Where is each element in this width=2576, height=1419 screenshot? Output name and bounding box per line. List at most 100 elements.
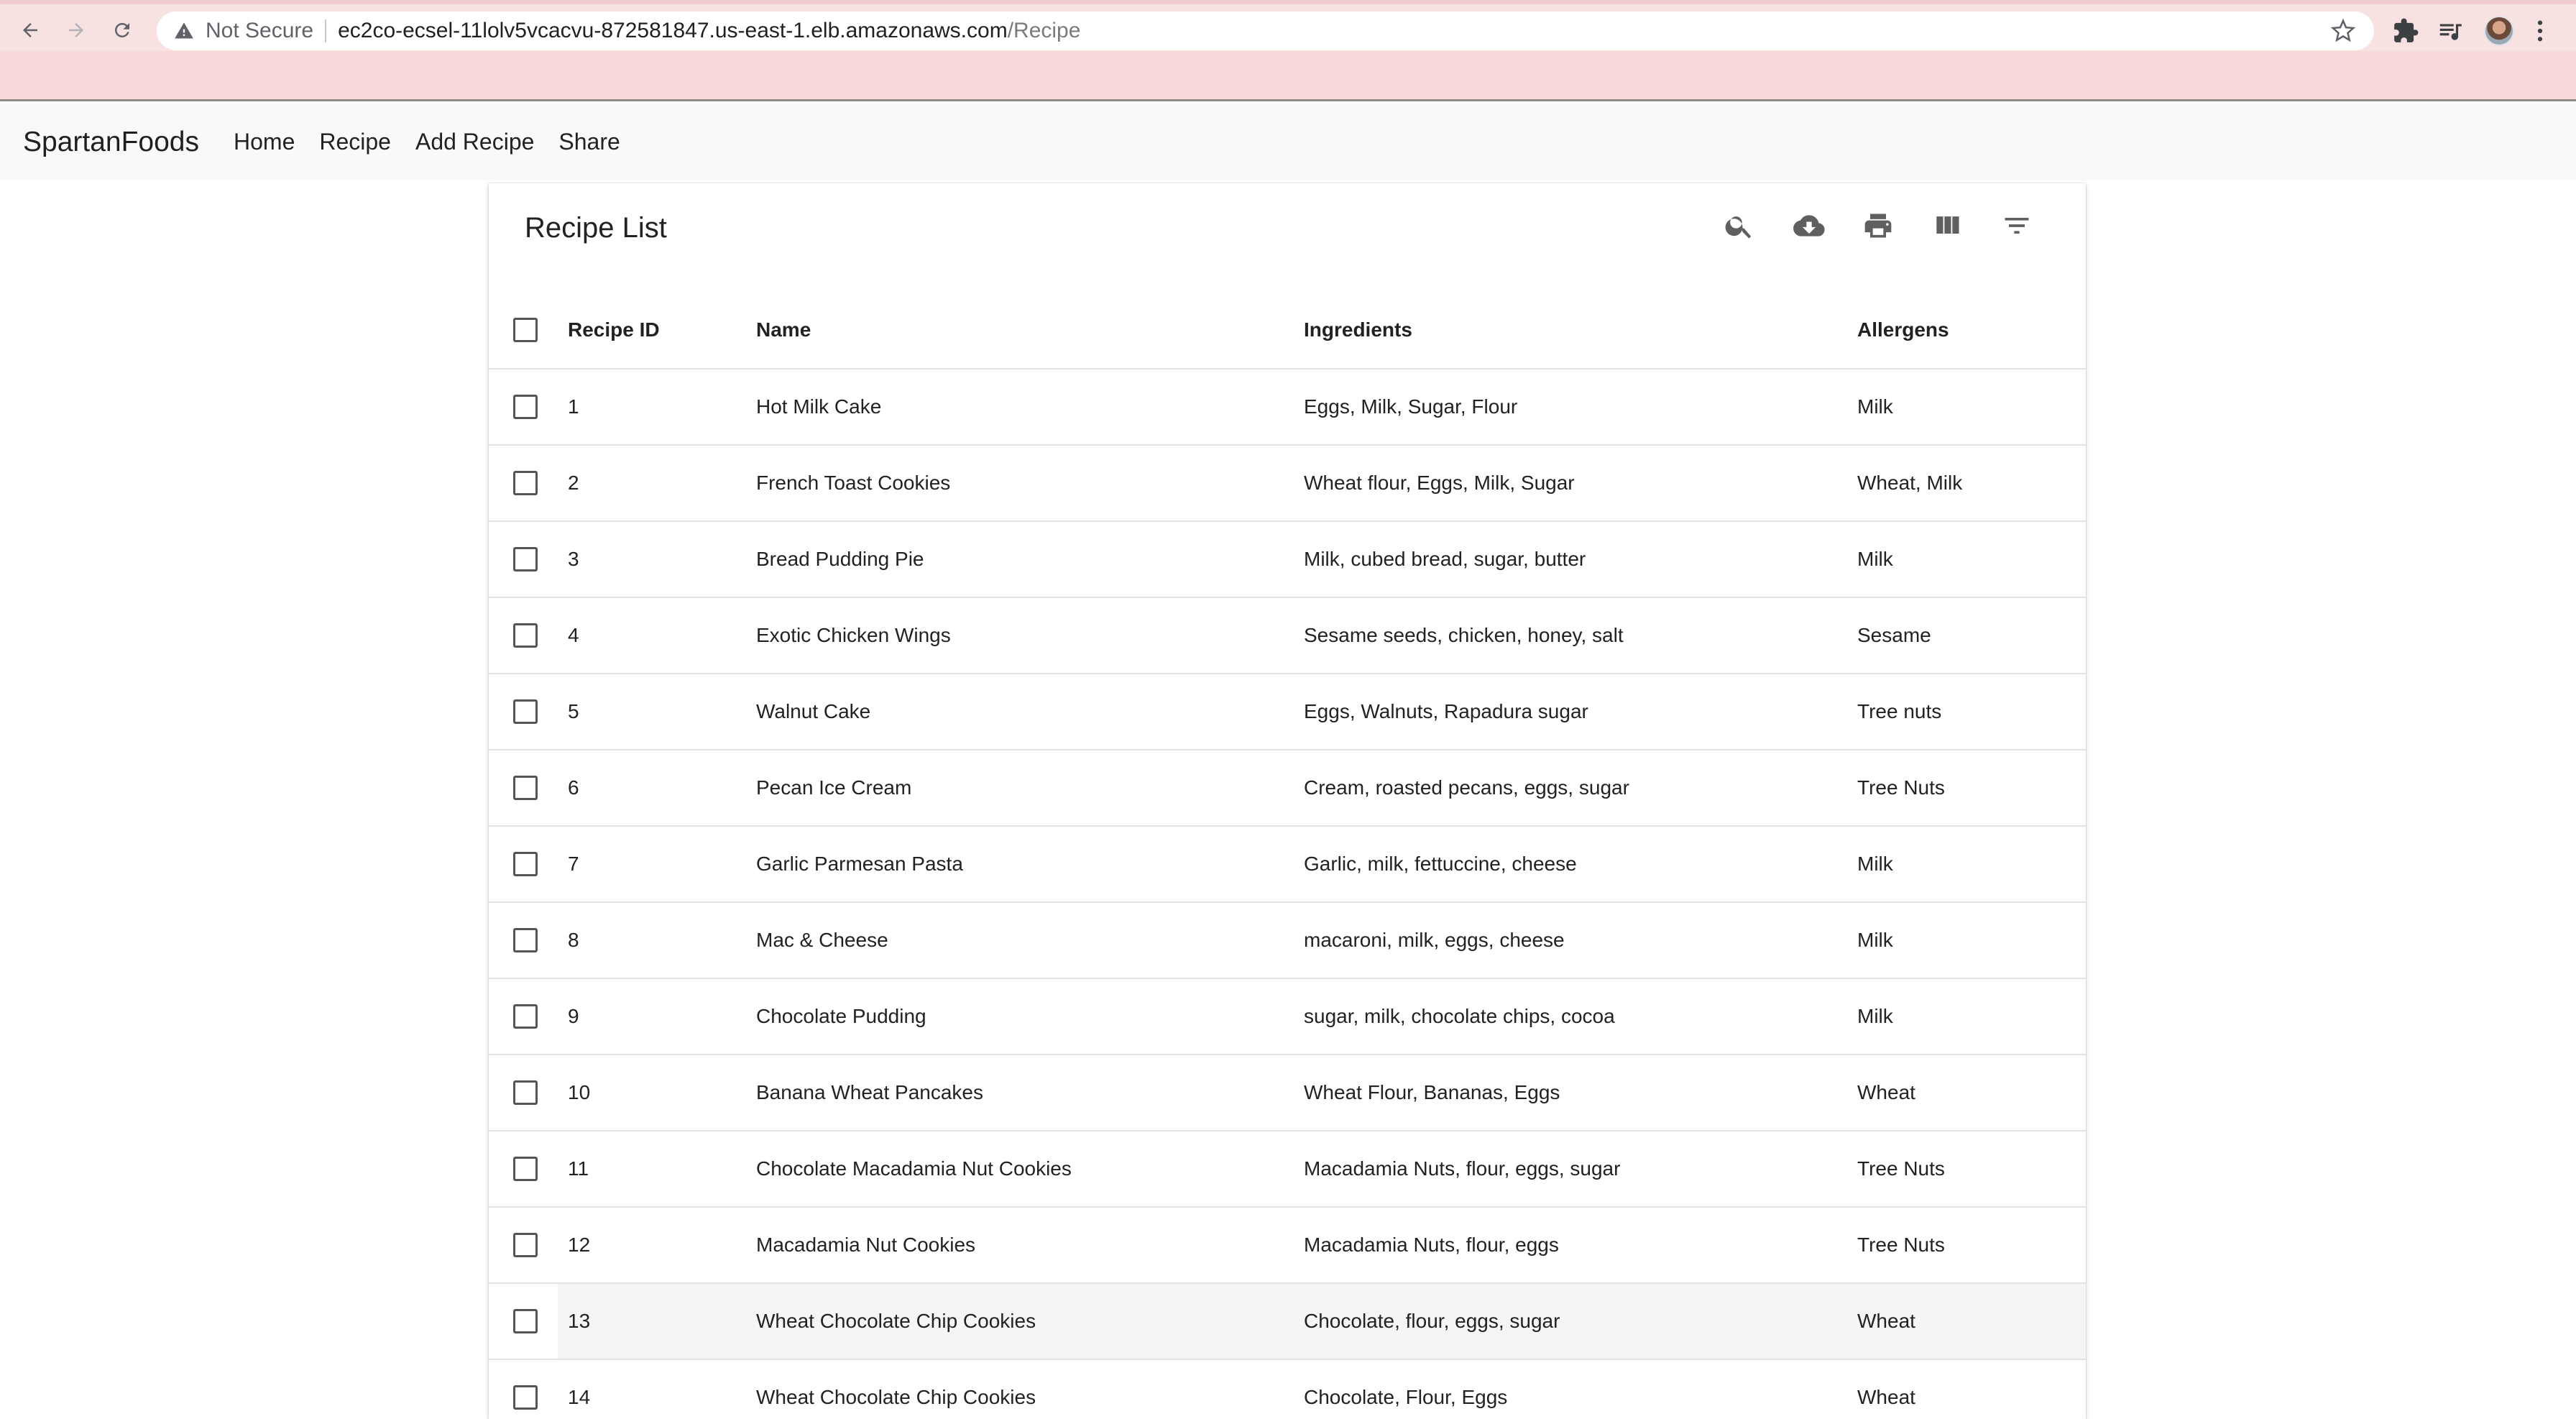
row-select-cell [489, 597, 558, 674]
address-divider [325, 19, 327, 42]
table-row[interactable]: 1 Hot Milk Cake Eggs, Milk, Sugar, Flour Mi… [489, 369, 2086, 445]
table-row[interactable]: 13 Wheat Chocolate Chip Cookies Chocolate,… [489, 1283, 2086, 1359]
row-checkbox[interactable] [513, 1233, 538, 1257]
cell-ingredients: Macadamia Nuts, flour, eggs, sugar [1304, 1157, 1621, 1180]
table-row[interactable]: 11 Chocolate Macadamia Nut Cookies Macadam… [489, 1131, 2086, 1207]
row-select-cell [489, 978, 558, 1055]
media-queue-icon[interactable] [2437, 17, 2464, 45]
nav-link-add-recipe[interactable]: Add Recipe [415, 129, 534, 155]
print-icon[interactable] [1860, 208, 1896, 244]
cell-allergens: Wheat [1857, 1386, 1915, 1408]
cell-recipe-id: 7 [568, 853, 579, 875]
cell-recipe-id: 5 [568, 700, 579, 722]
cell-allergens: Sesame [1857, 624, 1931, 646]
table-row[interactable]: 7 Garlic Parmesan Pasta Garlic, milk, fett… [489, 826, 2086, 902]
cell-ingredients: Wheat flour, Eggs, Milk, Sugar [1304, 472, 1575, 494]
row-checkbox[interactable] [513, 623, 538, 648]
row-select-cell [489, 750, 558, 826]
table-row[interactable]: 10 Banana Wheat Pancakes Wheat Flour, Bana… [489, 1055, 2086, 1131]
table-row[interactable]: 4 Exotic Chicken Wings Sesame seeds, chick… [489, 597, 2086, 674]
row-checkbox[interactable] [513, 1385, 538, 1410]
row-checkbox[interactable] [513, 395, 538, 419]
back-icon[interactable] [14, 14, 46, 46]
cell-allergens: Milk [1857, 1005, 1893, 1027]
row-checkbox[interactable] [513, 1309, 538, 1333]
cell-name: Garlic Parmesan Pasta [756, 853, 963, 875]
table-header-row: Recipe ID Name Ingredients Allergens [489, 291, 2086, 369]
cell-allergens: Tree Nuts [1857, 776, 1945, 799]
notification-banner [0, 51, 2576, 101]
row-checkbox[interactable] [513, 471, 538, 495]
url-path: /Recipe [1007, 19, 1081, 42]
row-checkbox[interactable] [513, 1080, 538, 1105]
row-select-cell [489, 902, 558, 978]
nav-link-share[interactable]: Share [558, 129, 620, 155]
cell-ingredients: Chocolate, Flour, Eggs [1304, 1386, 1508, 1408]
extensions-puzzle-icon[interactable] [2392, 17, 2419, 45]
nav-link-home[interactable]: Home [234, 129, 295, 155]
nav-link-recipe[interactable]: Recipe [319, 129, 391, 155]
cell-recipe-id: 13 [558, 1283, 756, 1359]
browser-menu-icon[interactable] [2533, 19, 2547, 43]
forward-icon[interactable] [60, 14, 92, 46]
cell-ingredients: Cream, roasted pecans, eggs, sugar [1304, 776, 1629, 799]
column-header-recipe-id[interactable]: Recipe ID [558, 291, 756, 369]
cell-recipe-id: 10 [568, 1081, 591, 1103]
cell-name: Pecan Ice Cream [756, 776, 912, 799]
column-header-name[interactable]: Name [756, 291, 1304, 369]
cell-recipe-id: 3 [568, 548, 579, 570]
cell-ingredients: sugar, milk, chocolate chips, cocoa [1304, 1005, 1615, 1027]
view-column-icon[interactable] [1929, 208, 1965, 244]
table-row[interactable]: 9 Chocolate Pudding sugar, milk, chocolate… [489, 978, 2086, 1055]
row-select-cell [489, 1283, 558, 1359]
row-checkbox[interactable] [513, 928, 538, 952]
row-checkbox[interactable] [513, 776, 538, 800]
table-row[interactable]: 12 Macadamia Nut Cookies Macadamia Nuts, f… [489, 1207, 2086, 1283]
row-select-cell [489, 674, 558, 750]
search-icon[interactable] [1721, 208, 1757, 244]
cell-allergens: Milk [1857, 853, 1893, 875]
table-row[interactable]: 3 Bread Pudding Pie Milk, cubed bread, sug… [489, 521, 2086, 597]
recipe-table-card: Recipe List Recipe ID Name Ingredients A… [489, 183, 2086, 1419]
address-bar[interactable]: Not Secure ec2co-ecsel-11lolv5vcacvu-872… [157, 12, 2374, 50]
row-select-cell [489, 1359, 558, 1419]
reload-icon[interactable] [106, 14, 138, 46]
cell-name: French Toast Cookies [756, 472, 951, 494]
cell-name: Hot Milk Cake [756, 395, 882, 418]
cloud-download-icon[interactable] [1791, 208, 1827, 244]
select-all-checkbox[interactable] [513, 317, 538, 342]
cell-ingredients: macaroni, milk, eggs, cheese [1304, 929, 1565, 951]
cell-name: Banana Wheat Pancakes [756, 1081, 983, 1103]
bookmark-star-icon[interactable] [2331, 19, 2355, 43]
cell-recipe-id: 6 [568, 776, 579, 799]
url-host: ec2co-ecsel-11lolv5vcacvu-872581847.us-e… [338, 19, 1008, 42]
table-row[interactable]: 6 Pecan Ice Cream Cream, roasted pecans, e… [489, 750, 2086, 826]
cell-ingredients: Macadamia Nuts, flour, eggs [1304, 1234, 1559, 1256]
security-label[interactable]: Not Secure [206, 19, 313, 43]
row-checkbox[interactable] [513, 1157, 538, 1181]
cell-name: Macadamia Nut Cookies [756, 1234, 976, 1256]
profile-avatar[interactable] [2484, 16, 2514, 46]
app-navbar: SpartanFoods Home Recipe Add Recipe Shar… [0, 104, 2576, 180]
row-checkbox[interactable] [513, 1004, 538, 1029]
brand-logo[interactable]: SpartanFoods [23, 127, 199, 158]
row-checkbox[interactable] [513, 547, 538, 571]
row-checkbox[interactable] [513, 852, 538, 876]
cell-recipe-id: 11 [568, 1157, 589, 1180]
table-title: Recipe List [525, 212, 667, 244]
cell-name: Wheat Chocolate Chip Cookies [756, 1283, 1304, 1359]
row-select-cell [489, 1207, 558, 1283]
cell-ingredients: Wheat Flour, Bananas, Eggs [1304, 1081, 1560, 1103]
table-row[interactable]: 14 Wheat Chocolate Chip Cookies Chocolate,… [489, 1359, 2086, 1419]
row-checkbox[interactable] [513, 699, 538, 724]
column-header-allergens[interactable]: Allergens [1857, 291, 2086, 369]
table-row[interactable]: 2 French Toast Cookies Wheat flour, Eggs, … [489, 445, 2086, 521]
cell-recipe-id: 9 [568, 1005, 579, 1027]
table-row[interactable]: 5 Walnut Cake Eggs, Walnuts, Rapadura suga… [489, 674, 2086, 750]
column-header-ingredients[interactable]: Ingredients [1304, 291, 1857, 369]
recipe-table: Recipe ID Name Ingredients Allergens 1 Ho… [489, 291, 2086, 1419]
filter-list-icon[interactable] [1999, 208, 2035, 244]
table-row[interactable]: 8 Mac & Cheese macaroni, milk, eggs, chees… [489, 902, 2086, 978]
row-select-cell [489, 1055, 558, 1131]
row-select-cell [489, 826, 558, 902]
